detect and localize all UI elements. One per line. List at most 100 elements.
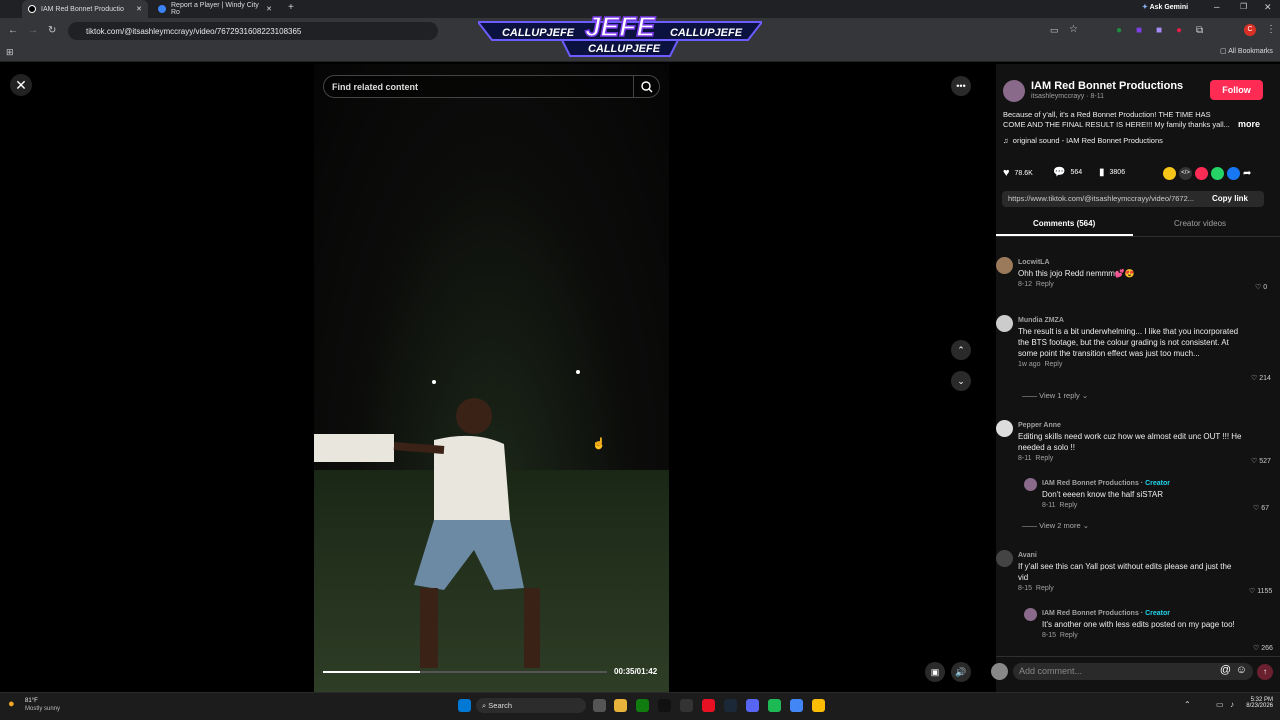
emoji-icon[interactable]: ☺ <box>1236 664 1247 676</box>
app-icon[interactable] <box>680 699 693 712</box>
new-tab-icon[interactable]: + <box>288 3 294 13</box>
comment-likes[interactable]: ♡ 214 <box>1251 374 1271 382</box>
xbox-icon[interactable] <box>636 699 649 712</box>
search-button[interactable] <box>633 76 659 97</box>
comment-likes[interactable]: ♡ 266 <box>1253 644 1273 652</box>
avatar[interactable] <box>996 420 1013 437</box>
comment-likes[interactable]: ♡ 1155 <box>1249 587 1272 595</box>
extension-icon[interactable]: ● <box>1116 26 1122 36</box>
like-button[interactable]: ♥ 78.6K <box>1003 167 1033 179</box>
reply-button[interactable]: Reply <box>1059 502 1077 509</box>
reply-author[interactable]: IAM Red Bonnet Productions <box>1042 610 1139 617</box>
maximize-icon[interactable]: ❐ <box>1240 3 1247 11</box>
puzzle-icon[interactable]: ⧉ <box>1196 26 1203 36</box>
close-video-button[interactable]: ✕ <box>10 74 32 96</box>
avatar[interactable] <box>1024 608 1037 621</box>
avatar[interactable] <box>996 315 1013 332</box>
tab-report[interactable]: Report a Player | Windy City Ro ✕ <box>152 0 278 18</box>
avatar[interactable] <box>1024 478 1037 491</box>
clock[interactable]: 5:32 PM 8/23/2026 <box>1245 697 1273 709</box>
reply-button[interactable]: Reply <box>1036 585 1054 592</box>
view-replies-button[interactable]: —— View 2 more ⌄ <box>1022 521 1089 530</box>
facebook-icon[interactable] <box>1227 167 1240 180</box>
close-tab-icon[interactable]: ✕ <box>266 5 272 13</box>
discord-icon[interactable] <box>746 699 759 712</box>
comment-author[interactable]: LocwitLA <box>1018 257 1243 268</box>
reply-button[interactable]: Reply <box>1044 361 1062 368</box>
reply-button[interactable]: Reply <box>1035 455 1053 462</box>
follow-button[interactable]: Follow <box>1210 80 1263 100</box>
pip-button[interactable]: ▣ <box>925 662 945 682</box>
next-video-button[interactable]: ⌄ <box>951 371 971 391</box>
forward-icon[interactable]: → <box>28 26 38 36</box>
author-avatar[interactable] <box>1003 80 1025 102</box>
comment-author[interactable]: Avani <box>1018 550 1243 561</box>
volume-button[interactable]: 🔊 <box>951 662 971 682</box>
profile-avatar[interactable]: C <box>1244 24 1256 36</box>
extension-icon[interactable]: ■ <box>1136 26 1142 36</box>
back-icon[interactable]: ← <box>8 26 18 36</box>
task-view-icon[interactable] <box>593 699 606 712</box>
chrome-active-icon[interactable] <box>812 699 825 712</box>
author-name[interactable]: IAM Red Bonnet Productions <box>1031 80 1183 92</box>
sound-row[interactable]: ♫ original sound - IAM Red Bonnet Produc… <box>1003 136 1163 145</box>
cast-icon[interactable]: ▭ <box>1050 26 1059 35</box>
bookmark-star-icon[interactable]: ☆ <box>1069 25 1078 35</box>
whatsapp-icon[interactable] <box>1211 167 1224 180</box>
file-explorer-icon[interactable] <box>614 699 627 712</box>
close-tab-icon[interactable]: ✕ <box>136 5 142 13</box>
extension-icon[interactable]: ■ <box>1156 26 1162 36</box>
network-icon[interactable]: ▭ <box>1216 700 1224 709</box>
copy-link-button[interactable]: Copy link <box>1212 194 1248 203</box>
reply-button[interactable]: Reply <box>1060 632 1078 639</box>
weather-temp[interactable]: 81°F <box>25 698 38 704</box>
app-icon[interactable] <box>702 699 715 712</box>
chrome-icon[interactable] <box>790 699 803 712</box>
weather-icon[interactable]: ● <box>8 698 15 710</box>
extension-icon[interactable]: ● <box>1176 26 1182 36</box>
comment-author[interactable]: Pepper Anne <box>1018 420 1243 431</box>
taskbar-search[interactable]: ⌕ Search <box>476 698 586 713</box>
ask-gemini-button[interactable]: ✦ Ask Gemini <box>1142 4 1188 11</box>
save-button[interactable]: ▮ 3806 <box>1099 167 1125 178</box>
url-field[interactable]: tiktok.com/@itsashleymccrayy/video/76729… <box>68 22 438 40</box>
tab-tiktok[interactable]: IAM Red Bonnet Productio ✕ <box>22 0 148 18</box>
windows-start-icon[interactable] <box>458 699 471 712</box>
avatar[interactable] <box>996 550 1013 567</box>
comment-likes[interactable]: ♡ 67 <box>1253 504 1269 512</box>
send-icon[interactable] <box>1195 167 1208 180</box>
volume-tray-icon[interactable]: ♪ <box>1230 700 1234 709</box>
comment-author[interactable]: Mundia ZMZA <box>1018 315 1243 326</box>
comment-likes[interactable]: ♡ 527 <box>1251 457 1271 465</box>
more-options-button[interactable]: ••• <box>951 76 971 96</box>
comment-button[interactable]: 💬 564 <box>1053 167 1082 178</box>
all-bookmarks-button[interactable]: ▢ All Bookmarks <box>1220 48 1273 55</box>
comment-likes[interactable]: ♡ 0 <box>1255 283 1267 291</box>
post-comment-button[interactable]: ↑ <box>1257 664 1273 680</box>
share-arrow-icon[interactable]: ➦ <box>1243 168 1251 179</box>
minimize-icon[interactable]: – <box>1214 3 1220 13</box>
previous-video-button[interactable]: ⌃ <box>951 340 971 360</box>
reload-icon[interactable]: ↻ <box>48 26 56 36</box>
steam-icon[interactable] <box>724 699 737 712</box>
app-icon[interactable] <box>658 699 671 712</box>
tray-chevron-icon[interactable]: ⌃ <box>1184 700 1191 709</box>
avatar[interactable] <box>996 257 1013 274</box>
video-progress-bar[interactable] <box>323 671 607 673</box>
app-icon[interactable] <box>768 699 781 712</box>
reply-button[interactable]: Reply <box>1036 281 1054 288</box>
tab-creator-videos[interactable]: Creator videos <box>1174 219 1226 228</box>
window-close-icon[interactable]: ✕ <box>1264 3 1272 12</box>
coin-icon[interactable] <box>1163 167 1176 180</box>
view-replies-button[interactable]: —— View 1 reply ⌄ <box>1022 391 1088 400</box>
mention-icon[interactable]: @ <box>1220 664 1231 676</box>
tab-comments[interactable]: Comments (564) <box>1033 219 1095 228</box>
apps-grid-icon[interactable]: ⊞ <box>6 48 14 57</box>
menu-kebab-icon[interactable]: ⋮ <box>1266 25 1276 35</box>
reply-author[interactable]: IAM Red Bonnet Productions <box>1042 480 1139 487</box>
reply-item: IAM Red Bonnet Productions · Creator Don… <box>1042 478 1242 511</box>
more-link[interactable]: more <box>1238 119 1260 129</box>
comment-input[interactable]: Add comment... @ ☺ <box>1013 663 1253 680</box>
related-search-input[interactable]: Find related content <box>323 75 660 98</box>
embed-icon[interactable]: </> <box>1179 167 1192 180</box>
